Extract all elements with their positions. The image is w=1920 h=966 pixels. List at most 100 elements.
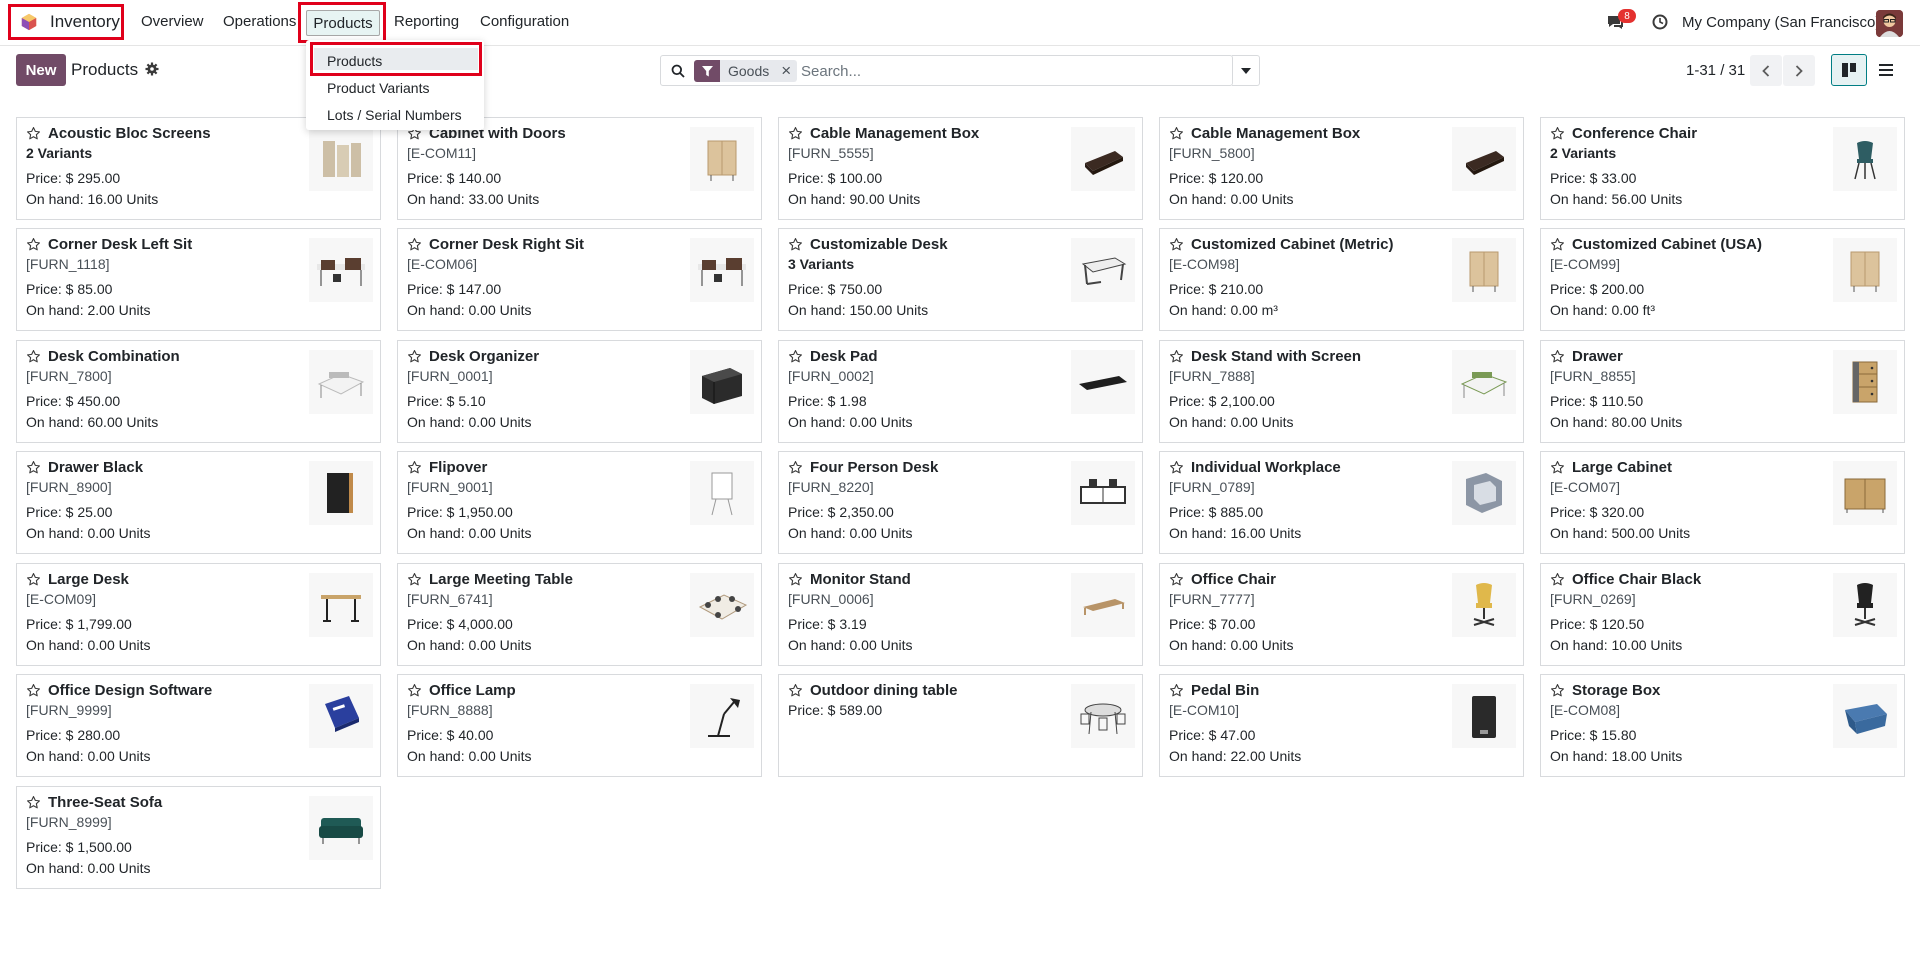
favorite-star-icon[interactable] [1550,349,1565,368]
product-name: Large Cabinet [1572,459,1673,476]
kanban-view-button[interactable] [1831,54,1867,86]
search-options-toggle[interactable] [1232,55,1260,86]
favorite-star-icon[interactable] [1169,683,1184,702]
product-price: Price: $ 210.00 [1169,281,1264,297]
favorite-star-icon[interactable] [26,460,41,479]
dropdown-item-product-variants[interactable]: Product Variants [327,80,429,96]
product-card[interactable]: Large Meeting Table [FURN_6741] Price: $ 4… [397,563,762,666]
product-card[interactable]: Individual Workplace [FURN_0789] Price: $ … [1159,451,1524,554]
product-price: Price: $ 40.00 [407,727,494,743]
product-card[interactable]: Large Cabinet [E-COM07] Price: $ 320.00 On … [1540,451,1905,554]
favorite-star-icon[interactable] [407,460,422,479]
favorite-star-icon[interactable] [1550,572,1565,591]
product-card[interactable]: Office Design Software [FURN_9999] Price: … [16,674,381,777]
favorite-star-icon[interactable] [26,126,41,145]
product-name: Corner Desk Left Sit [48,236,193,253]
product-card[interactable]: Office Lamp [FURN_8888] Price: $ 40.00 On h… [397,674,762,777]
product-name: Cable Management Box [1191,125,1361,142]
product-reference: 2 Variants [1550,145,1617,161]
product-card[interactable]: Three-Seat Sofa [FURN_8999] Price: $ 1,500… [16,786,381,889]
favorite-star-icon[interactable] [1550,683,1565,702]
menu-reporting[interactable]: Reporting [394,13,459,30]
favorite-star-icon[interactable] [788,572,803,591]
product-card[interactable]: Conference Chair 2 Variants Price: $ 33.00… [1540,117,1905,220]
favorite-star-icon[interactable] [788,126,803,145]
product-name: Individual Workplace [1191,459,1341,476]
clock-icon[interactable] [1652,14,1668,30]
product-card[interactable]: Pedal Bin [E-COM10] Price: $ 47.00 On hand:… [1159,674,1524,777]
favorite-star-icon[interactable] [1169,349,1184,368]
facet-close-icon[interactable]: × [775,60,798,82]
favorite-star-icon[interactable] [26,795,41,814]
favorite-star-icon[interactable] [407,237,422,256]
favorite-star-icon[interactable] [26,683,41,702]
product-card[interactable]: Desk Combination [FURN_7800] Price: $ 450.… [16,340,381,443]
search-input[interactable] [801,60,1181,82]
new-button[interactable]: New [16,54,66,86]
favorite-star-icon[interactable] [1550,237,1565,256]
list-view-button[interactable] [1868,54,1904,86]
favorite-star-icon[interactable] [1550,126,1565,145]
favorite-star-icon[interactable] [407,349,422,368]
favorite-star-icon[interactable] [26,349,41,368]
dropdown-item-lots-serial[interactable]: Lots / Serial Numbers [327,107,462,123]
pager-value[interactable]: 1-31 / 31 [1686,62,1745,79]
product-card[interactable]: Storage Box [E-COM08] Price: $ 15.80 On han… [1540,674,1905,777]
product-card[interactable]: Cable Management Box [FURN_5555] Price: $ … [778,117,1143,220]
favorite-star-icon[interactable] [1169,460,1184,479]
favorite-star-icon[interactable] [788,683,803,702]
product-price: Price: $ 33.00 [1550,170,1637,186]
favorite-star-icon[interactable] [1169,126,1184,145]
user-avatar[interactable] [1876,10,1903,37]
product-card[interactable]: Flipover [FURN_9001] Price: $ 1,950.00 On h… [397,451,762,554]
product-card[interactable]: Corner Desk Right Sit [E-COM06] Price: $ 1… [397,228,762,331]
product-card[interactable]: Customized Cabinet (USA) [E-COM99] Price: … [1540,228,1905,331]
favorite-star-icon[interactable] [788,349,803,368]
favorite-star-icon[interactable] [26,237,41,256]
pager-previous[interactable] [1750,55,1782,86]
product-price: Price: $ 70.00 [1169,616,1256,632]
product-card[interactable]: Desk Organizer [FURN_0001] Price: $ 5.10 On… [397,340,762,443]
products-dropdown-menu: Products Product Variants Lots / Serial … [306,40,484,130]
product-card[interactable]: Customizable Desk 3 Variants Price: $ 750.… [778,228,1143,331]
product-card[interactable]: Desk Stand with Screen [FURN_7888] Price: … [1159,340,1524,443]
favorite-star-icon[interactable] [1169,572,1184,591]
pager-next[interactable] [1783,55,1815,86]
dropdown-item-products[interactable]: Products [327,53,382,69]
gear-icon[interactable] [145,62,159,76]
favorite-star-icon[interactable] [407,683,422,702]
app-brand[interactable]: Inventory [8,4,124,40]
favorite-star-icon[interactable] [788,460,803,479]
product-card[interactable]: Drawer Black [FURN_8900] Price: $ 25.00 On … [16,451,381,554]
product-name: Desk Organizer [429,348,540,365]
product-card[interactable]: Drawer [FURN_8855] Price: $ 110.50 On hand:… [1540,340,1905,443]
menu-operations[interactable]: Operations [223,13,296,30]
product-card[interactable]: Office Chair Black [FURN_0269] Price: $ 12… [1540,563,1905,666]
product-card[interactable]: Acoustic Bloc Screens 2 Variants Price: $ … [16,117,381,220]
menu-configuration[interactable]: Configuration [480,13,569,30]
product-card[interactable]: Large Desk [E-COM09] Price: $ 1,799.00 On h… [16,563,381,666]
product-card[interactable]: Outdoor dining table Price: $ 589.00 [778,674,1143,777]
product-price: Price: $ 280.00 [26,727,121,743]
organizer-icon [690,350,754,414]
product-card[interactable]: Monitor Stand [FURN_0006] Price: $ 3.19 On … [778,563,1143,666]
product-name: Drawer [1572,348,1623,365]
favorite-star-icon[interactable] [407,572,422,591]
favorite-star-icon[interactable] [1550,460,1565,479]
product-card[interactable]: Cable Management Box [FURN_5800] Price: $ … [1159,117,1524,220]
product-name: Four Person Desk [810,459,939,476]
product-card[interactable]: Desk Pad [FURN_0002] Price: $ 1.98 On hand:… [778,340,1143,443]
menu-overview[interactable]: Overview [141,13,204,30]
product-card[interactable]: Office Chair [FURN_7777] Price: $ 70.00 On … [1159,563,1524,666]
company-switcher[interactable]: My Company (San Francisco) [1682,14,1880,31]
product-card[interactable]: Cabinet with Doors [E-COM11] Price: $ 140.… [397,117,762,220]
favorite-star-icon[interactable] [788,237,803,256]
product-name: Office Design Software [48,682,213,699]
product-card[interactable]: Corner Desk Left Sit [FURN_1118] Price: $ … [16,228,381,331]
page-title: Products [71,60,139,79]
favorite-star-icon[interactable] [26,572,41,591]
menu-products[interactable]: Products [306,10,380,36]
product-card[interactable]: Four Person Desk [FURN_8220] Price: $ 2,35… [778,451,1143,554]
product-card[interactable]: Customized Cabinet (Metric) [E-COM98] Pric… [1159,228,1524,331]
favorite-star-icon[interactable] [1169,237,1184,256]
